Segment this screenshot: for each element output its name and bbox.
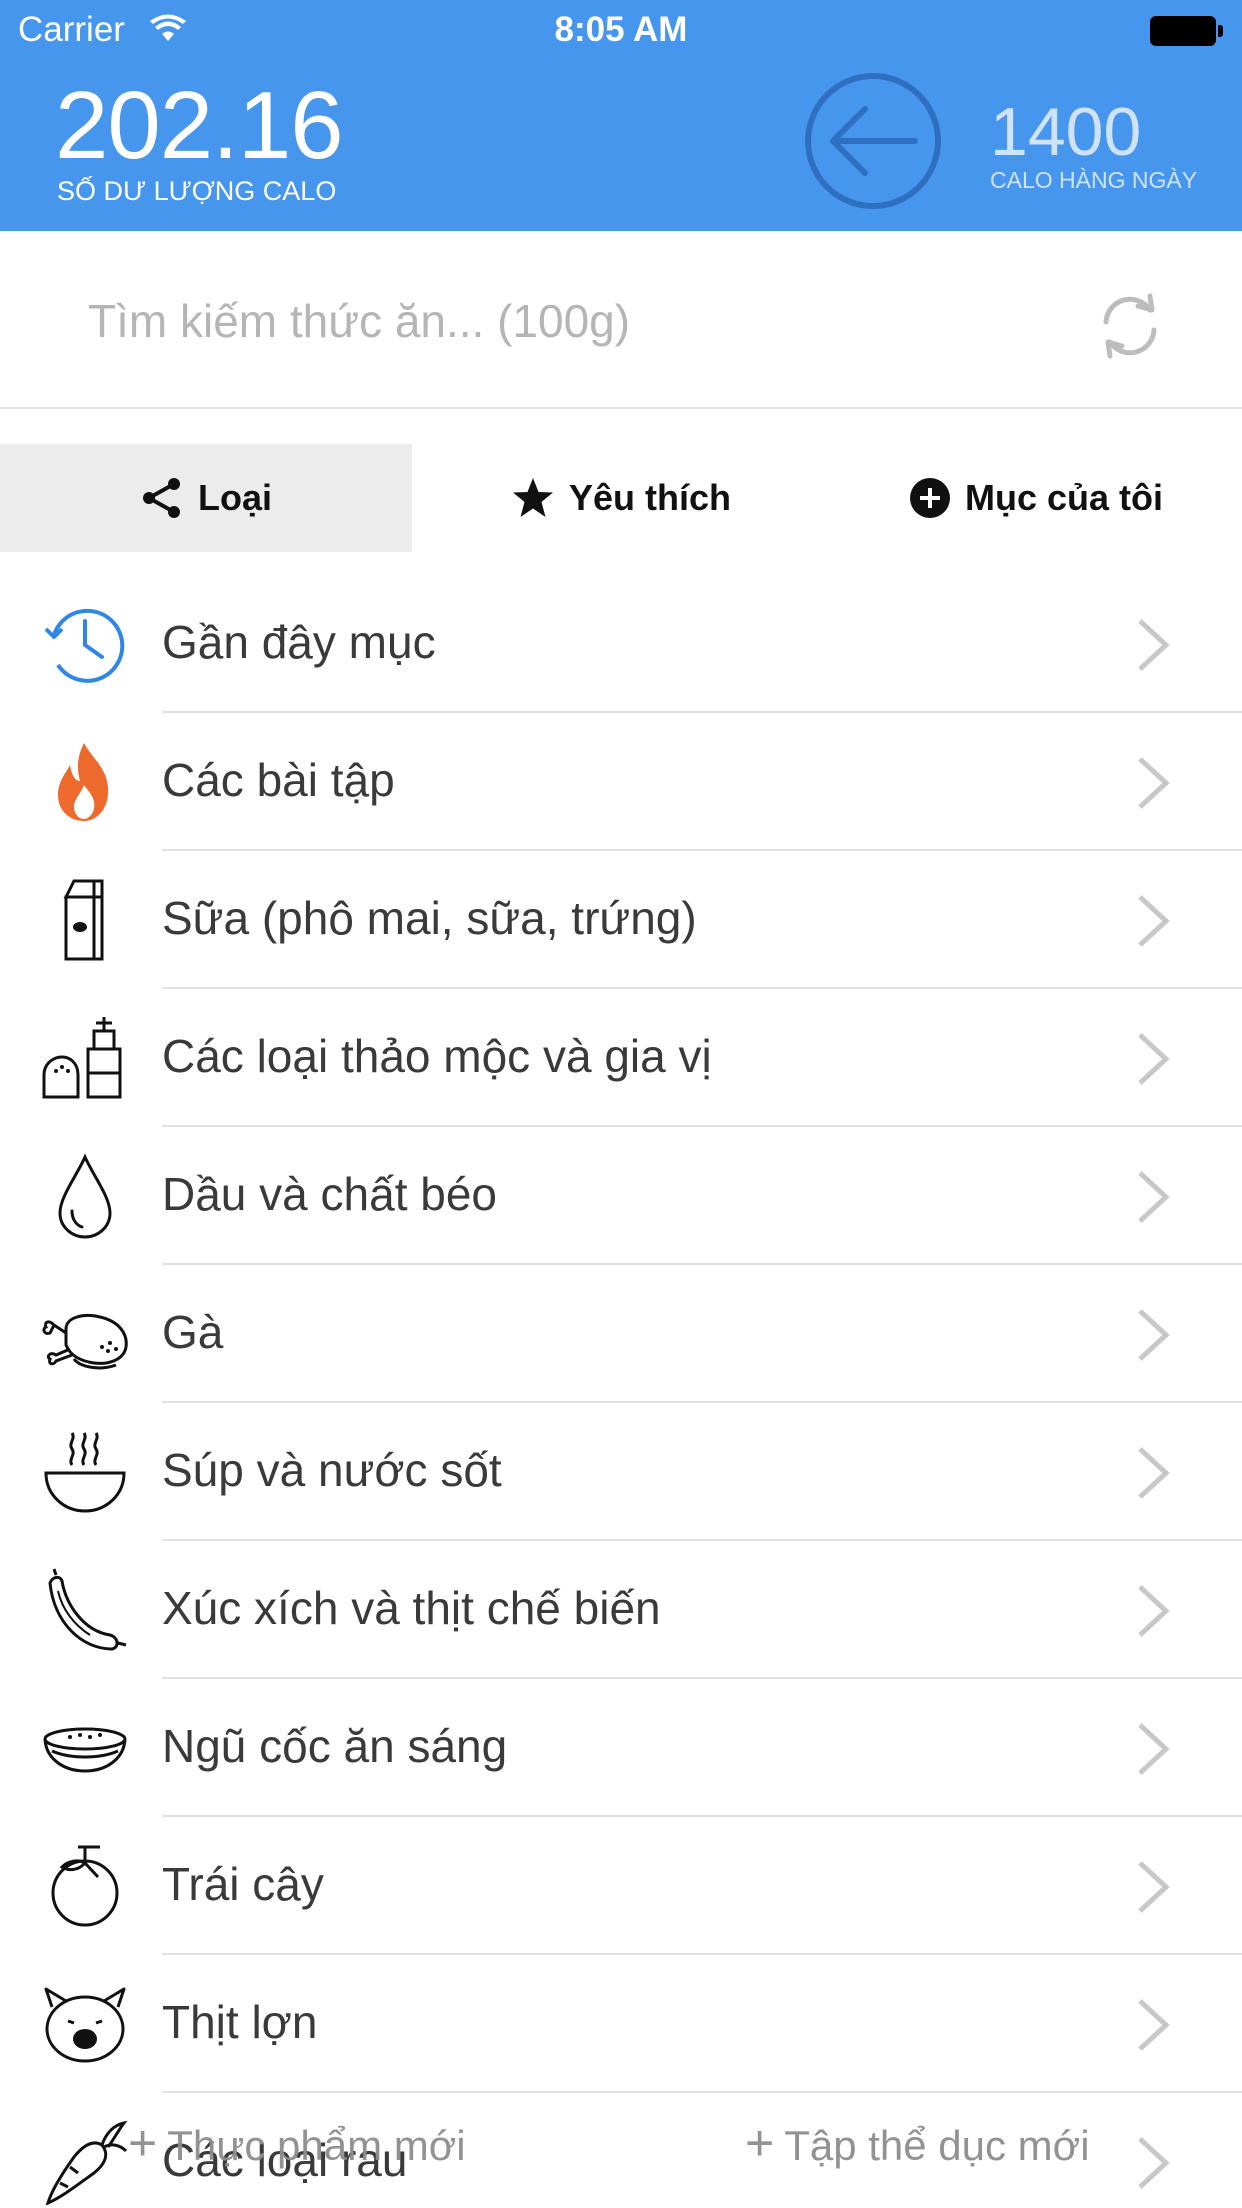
chevron-right-icon xyxy=(1138,1447,1170,1499)
search-bar xyxy=(0,231,1242,409)
plus-icon: + xyxy=(745,2115,775,2171)
list-item-label: Sữa (phô mai, sữa, trứng) xyxy=(162,892,697,944)
cereal-bowl-icon xyxy=(43,1727,127,1773)
category-list: Gần đây mục Các bài tập Sữa (phô mai, sữ… xyxy=(0,575,1242,2208)
list-item-chicken[interactable]: Gà xyxy=(0,1265,1242,1403)
oil-drop-icon xyxy=(58,1153,112,1239)
battery-icon xyxy=(1150,16,1224,46)
tab-categories[interactable]: Loại xyxy=(0,444,412,552)
list-item-label: Súp và nước sốt xyxy=(162,1444,502,1496)
list-item-label: Các loại thảo mộc và gia vị xyxy=(162,1030,712,1082)
calorie-header: Carrier 8:05 AM 202.16 SỐ DƯ LƯỢNG CALO … xyxy=(0,0,1242,231)
daily-calorie-label: CALO HÀNG NGÀY xyxy=(990,167,1198,193)
list-item-label: Gần đây mục xyxy=(162,616,436,668)
new-exercise-label: Tập thể dục mới xyxy=(784,2122,1090,2169)
chevron-right-icon xyxy=(1138,895,1170,947)
chevron-right-icon xyxy=(1138,1999,1170,2051)
new-food-button[interactable]: + Thực phẩm mới xyxy=(128,2114,466,2172)
spices-icon xyxy=(42,1017,122,1099)
chevron-right-icon xyxy=(1138,757,1170,809)
fruit-icon xyxy=(51,1845,119,1927)
list-item-label: Xúc xích và thịt chế biến xyxy=(162,1582,661,1634)
list-item-label: Gà xyxy=(162,1306,224,1358)
chevron-right-icon xyxy=(1138,1585,1170,1637)
category-tabs: Loại Yêu thích Mục của tôi xyxy=(0,444,1242,552)
tab-my-items-label: Mục của tôi xyxy=(964,477,1164,518)
new-food-label: Thực phẩm mới xyxy=(167,2122,466,2169)
list-item-label: Thịt lợn xyxy=(162,1996,318,2048)
milk-carton-icon xyxy=(63,879,104,961)
soup-bowl-icon xyxy=(44,1432,126,1513)
list-item-label: Ngũ cốc ăn sáng xyxy=(162,1720,508,1772)
list-item-soups[interactable]: Súp và nước sốt xyxy=(0,1403,1242,1541)
tab-favorites-label: Yêu thích xyxy=(568,477,732,518)
list-item-label: Trái cây xyxy=(162,1858,324,1910)
bottom-action-bar: + Thực phẩm mới + Tập thể dục mới xyxy=(0,2100,1242,2190)
calorie-balance-label: SỐ DƯ LƯỢNG CALO xyxy=(57,176,337,206)
sausage-icon xyxy=(48,1568,127,1651)
new-exercise-button[interactable]: + Tập thể dục mới xyxy=(745,2114,1090,2172)
list-item-fruit[interactable]: Trái cây xyxy=(0,1817,1242,1955)
list-item-label: Dầu và chất béo xyxy=(162,1168,498,1220)
list-item-pork[interactable]: Thịt lợn xyxy=(0,1955,1242,2093)
list-item-spices[interactable]: Các loại thảo mộc và gia vị xyxy=(0,989,1242,1127)
list-item-recent[interactable]: Gần đây mục xyxy=(0,575,1242,713)
plus-icon: + xyxy=(128,2115,158,2171)
chevron-right-icon xyxy=(1138,1861,1170,1913)
list-item-label: Các bài tập xyxy=(162,754,395,806)
tab-my-items[interactable]: Mục của tôi xyxy=(830,444,1242,552)
chevron-right-icon xyxy=(1138,1309,1170,1361)
plus-circle-icon xyxy=(909,478,950,518)
fire-icon xyxy=(58,743,109,821)
list-item-dairy[interactable]: Sữa (phô mai, sữa, trứng) xyxy=(0,851,1242,989)
refresh-icon[interactable] xyxy=(1090,286,1170,366)
history-clock-icon xyxy=(44,608,125,683)
list-item-oils[interactable]: Dầu và chất béo xyxy=(0,1127,1242,1265)
food-search-input[interactable] xyxy=(88,281,988,361)
daily-calorie-value: 1400 xyxy=(990,94,1142,170)
star-icon xyxy=(512,478,553,517)
share-icon xyxy=(142,478,180,518)
list-item-exercise[interactable]: Các bài tập xyxy=(0,713,1242,851)
status-bar: Carrier 8:05 AM xyxy=(0,0,1242,60)
tab-categories-label: Loại xyxy=(197,477,272,518)
calorie-balance-value: 202.16 xyxy=(55,72,344,179)
list-item-cereals[interactable]: Ngũ cốc ăn sáng xyxy=(0,1679,1242,1817)
tab-favorites[interactable]: Yêu thích xyxy=(412,444,830,552)
chevron-right-icon xyxy=(1138,619,1170,671)
chevron-right-icon xyxy=(1138,1033,1170,1085)
chicken-icon xyxy=(42,1314,128,1370)
pig-icon xyxy=(44,1987,126,2063)
back-arrow-button[interactable] xyxy=(803,71,943,211)
list-item-sausages[interactable]: Xúc xích và thịt chế biến xyxy=(0,1541,1242,1679)
status-time: 8:05 AM xyxy=(554,10,688,49)
chevron-right-icon xyxy=(1138,1171,1170,1223)
chevron-right-icon xyxy=(1138,1723,1170,1775)
